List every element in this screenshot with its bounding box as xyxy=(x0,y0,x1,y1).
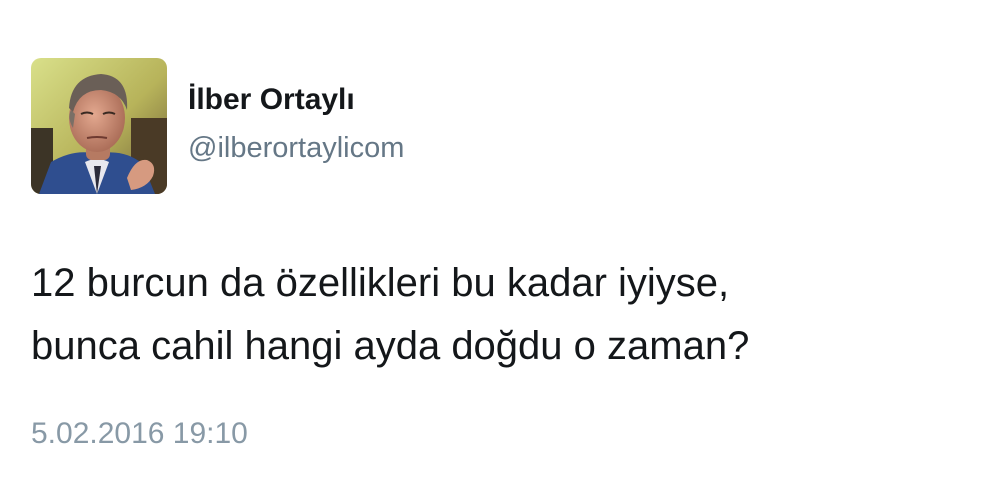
tweet-timestamp[interactable]: 5.02.2016 19:10 xyxy=(31,416,248,452)
author-handle[interactable]: @ilberortaylicom xyxy=(188,130,404,166)
tweet-card: İlber Ortaylı @ilberortaylicom 12 burcun… xyxy=(0,0,996,498)
author-display-name[interactable]: İlber Ortaylı xyxy=(188,82,355,118)
tweet-text: 12 burcun da özellikleri bu kadar iyiyse… xyxy=(31,252,971,378)
author-avatar[interactable] xyxy=(31,58,167,194)
tweet-text-line: 12 burcun da özellikleri bu kadar iyiyse… xyxy=(31,261,730,305)
tweet-text-line: bunca cahil hangi ayda doğdu o zaman? xyxy=(31,324,750,368)
profile-photo-icon xyxy=(31,58,167,194)
